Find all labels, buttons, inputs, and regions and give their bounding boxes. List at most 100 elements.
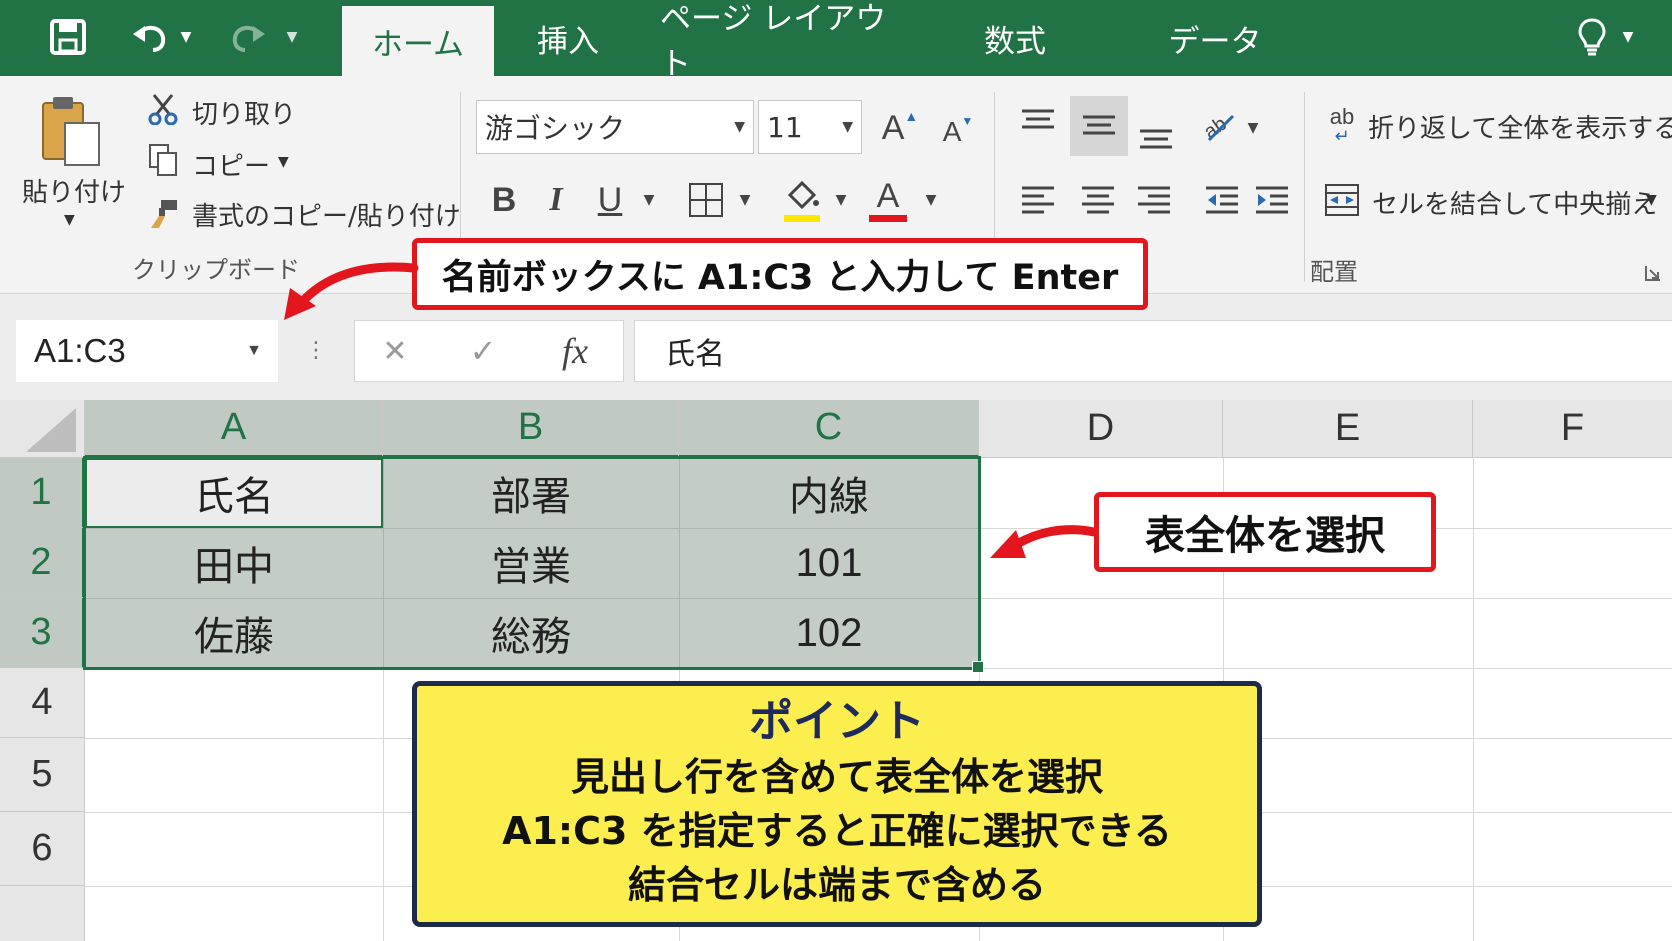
- row-header-2[interactable]: 2: [0, 528, 85, 598]
- gridline: [1473, 458, 1474, 941]
- row-header-4[interactable]: 4: [0, 668, 85, 738]
- grow-font-icon[interactable]: A ▲: [878, 106, 922, 150]
- callout-arrow-icon: [284, 262, 419, 320]
- shrink-font-letter: A: [942, 116, 962, 147]
- copy-button[interactable]: コピー: [192, 146, 270, 183]
- bold-button[interactable]: B: [486, 178, 522, 222]
- svg-text:ab: ab: [1201, 113, 1231, 144]
- merge-center-dropdown-icon[interactable]: ▼: [1646, 192, 1657, 208]
- decrease-indent-icon[interactable]: [1200, 180, 1244, 220]
- lightbulb-dropdown-icon[interactable]: ▼: [1618, 12, 1638, 62]
- align-center-icon[interactable]: [1076, 180, 1120, 220]
- font-name-value: 游ゴシック: [485, 112, 626, 145]
- cell-c3[interactable]: 102: [679, 598, 979, 668]
- cell-a3[interactable]: 佐藤: [85, 598, 383, 668]
- lightbulb-icon[interactable]: [1572, 12, 1612, 62]
- save-icon[interactable]: [44, 12, 92, 62]
- caret-up-icon: ▲: [904, 108, 919, 124]
- undo-dropdown-icon[interactable]: ▼: [176, 12, 196, 62]
- column-header-b[interactable]: B: [383, 400, 679, 458]
- font-color-bar: [869, 214, 907, 222]
- increase-indent-icon[interactable]: [1250, 180, 1294, 220]
- more-options-icon[interactable]: ⋮: [305, 334, 327, 368]
- column-header-e[interactable]: E: [1223, 400, 1473, 458]
- align-left-icon[interactable]: [1016, 180, 1060, 220]
- scissors-icon: [146, 92, 180, 126]
- font-size-value: 11: [767, 110, 803, 144]
- font-size-select[interactable]: 11 ▼: [758, 100, 862, 154]
- cell-b2[interactable]: 営業: [383, 528, 679, 598]
- enter-icon[interactable]: ✓: [462, 330, 504, 372]
- font-name-select[interactable]: 游ゴシック ▼: [476, 100, 754, 154]
- column-header-a[interactable]: A: [85, 400, 383, 458]
- cell-c2[interactable]: 101: [679, 528, 979, 598]
- row-header-6[interactable]: 6: [0, 812, 85, 886]
- paste-dropdown-icon[interactable]: ▼: [64, 212, 75, 228]
- wrap-text-button[interactable]: 折り返して全体を表示する: [1368, 108, 1672, 145]
- column-header-c[interactable]: C: [679, 400, 979, 458]
- cell-a2[interactable]: 田中: [85, 528, 383, 598]
- redo-dropdown-icon[interactable]: ▼: [282, 12, 302, 62]
- font-color-letter: A: [876, 176, 900, 215]
- formula-input[interactable]: 氏名: [634, 320, 1672, 382]
- column-header-d[interactable]: D: [979, 400, 1223, 458]
- font-color-icon[interactable]: A: [866, 174, 910, 224]
- tab-formulas[interactable]: 数式: [960, 0, 1070, 76]
- format-painter-button[interactable]: 書式のコピー/貼り付け: [192, 196, 461, 233]
- grow-font-letter: A: [881, 108, 905, 147]
- align-middle-icon[interactable]: [1070, 96, 1128, 156]
- cut-button[interactable]: 切り取り: [192, 94, 296, 131]
- shrink-font-icon[interactable]: A ▼: [938, 112, 978, 152]
- chevron-down-icon: ▼: [842, 119, 853, 135]
- insert-function-icon[interactable]: fx: [550, 328, 600, 374]
- italic-button[interactable]: I: [538, 178, 574, 222]
- fill-color-dropdown-icon[interactable]: ▼: [832, 190, 850, 210]
- undo-icon[interactable]: [128, 12, 172, 62]
- wrap-arrow-icon: ↵: [1334, 126, 1350, 147]
- orientation-dropdown-icon[interactable]: ▼: [1244, 118, 1262, 138]
- cell-a1[interactable]: 氏名: [85, 458, 383, 528]
- fill-color-icon[interactable]: [780, 174, 824, 224]
- callout-arrow-icon: [990, 525, 1098, 558]
- redo-icon[interactable]: [226, 12, 270, 62]
- select-all-corner[interactable]: [0, 400, 85, 458]
- chevron-down-icon[interactable]: ▼: [246, 342, 262, 360]
- tab-home[interactable]: ホーム: [342, 6, 494, 76]
- font-color-dropdown-icon[interactable]: ▼: [922, 190, 940, 210]
- cancel-icon[interactable]: ✕: [374, 330, 416, 372]
- cell-c1[interactable]: 内線: [679, 458, 979, 528]
- tab-insert[interactable]: 挿入: [518, 0, 618, 76]
- cell-b3[interactable]: 総務: [383, 598, 679, 668]
- underline-button[interactable]: U: [592, 178, 628, 222]
- tab-data[interactable]: データ: [1160, 0, 1270, 76]
- copy-dropdown-icon[interactable]: ▼: [278, 154, 289, 170]
- clipboard-group-label: クリップボード: [132, 256, 300, 284]
- row-header-5[interactable]: 5: [0, 738, 85, 812]
- name-box[interactable]: A1:C3 ▼: [16, 320, 278, 382]
- caret-down-icon: ▼: [961, 114, 974, 128]
- row-header-7[interactable]: [0, 886, 85, 941]
- merge-center-button[interactable]: セルを結合して中央揃え: [1372, 184, 1657, 221]
- point-title: ポイント: [749, 696, 925, 747]
- paste-icon[interactable]: [38, 92, 106, 170]
- ribbon-separator: [1304, 92, 1305, 282]
- row-header-3[interactable]: 3: [0, 598, 85, 668]
- paste-button-label[interactable]: 貼り付け: [22, 172, 126, 209]
- row-header-1[interactable]: 1: [0, 458, 85, 528]
- cell-b1[interactable]: 部署: [383, 458, 679, 528]
- name-box-callout: 名前ボックスに A1:C3 と入力して Enter: [412, 238, 1148, 310]
- point-line-2: A1:C3 を指定すると正確に選択できる: [502, 809, 1172, 853]
- column-header-f[interactable]: F: [1473, 400, 1672, 458]
- align-top-icon[interactable]: [1014, 102, 1062, 142]
- borders-dropdown-icon[interactable]: ▼: [736, 190, 754, 210]
- underline-dropdown-icon[interactable]: ▼: [640, 190, 658, 210]
- align-right-icon[interactable]: [1132, 180, 1176, 220]
- tab-page-layout[interactable]: ページ レイアウト: [660, 0, 900, 82]
- dialog-launcher-icon[interactable]: [1642, 262, 1664, 284]
- orientation-icon[interactable]: ab: [1198, 104, 1242, 148]
- select-table-callout: 表全体を選択: [1094, 492, 1436, 572]
- borders-icon[interactable]: [686, 180, 726, 220]
- alignment-group-label: 配置: [1310, 258, 1358, 286]
- align-bottom-icon[interactable]: [1132, 116, 1180, 156]
- point-box: ポイント 見出し行を含めて表全体を選択 A1:C3 を指定すると正確に選択できる…: [412, 681, 1262, 927]
